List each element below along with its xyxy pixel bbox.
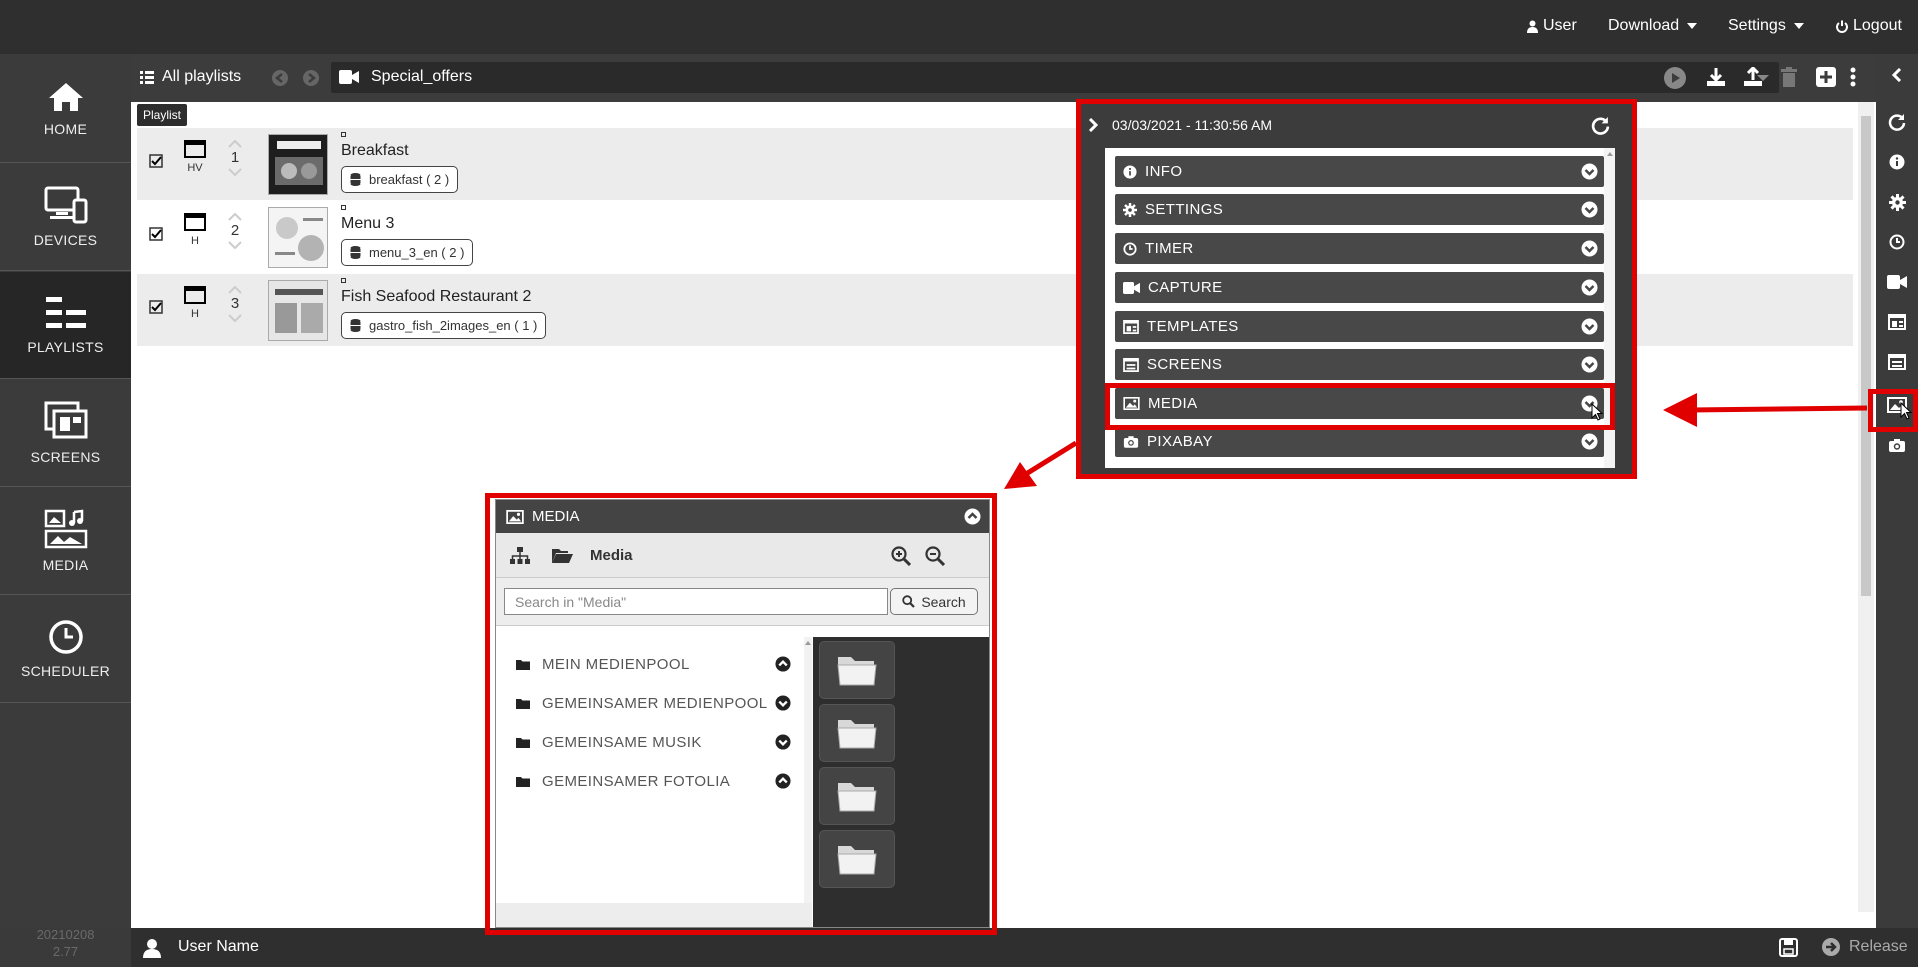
arrow-panel-to-media-browser bbox=[1004, 440, 1078, 489]
annotation-arrows bbox=[1004, 393, 1868, 489]
arrow-rail-to-section bbox=[1663, 393, 1868, 427]
